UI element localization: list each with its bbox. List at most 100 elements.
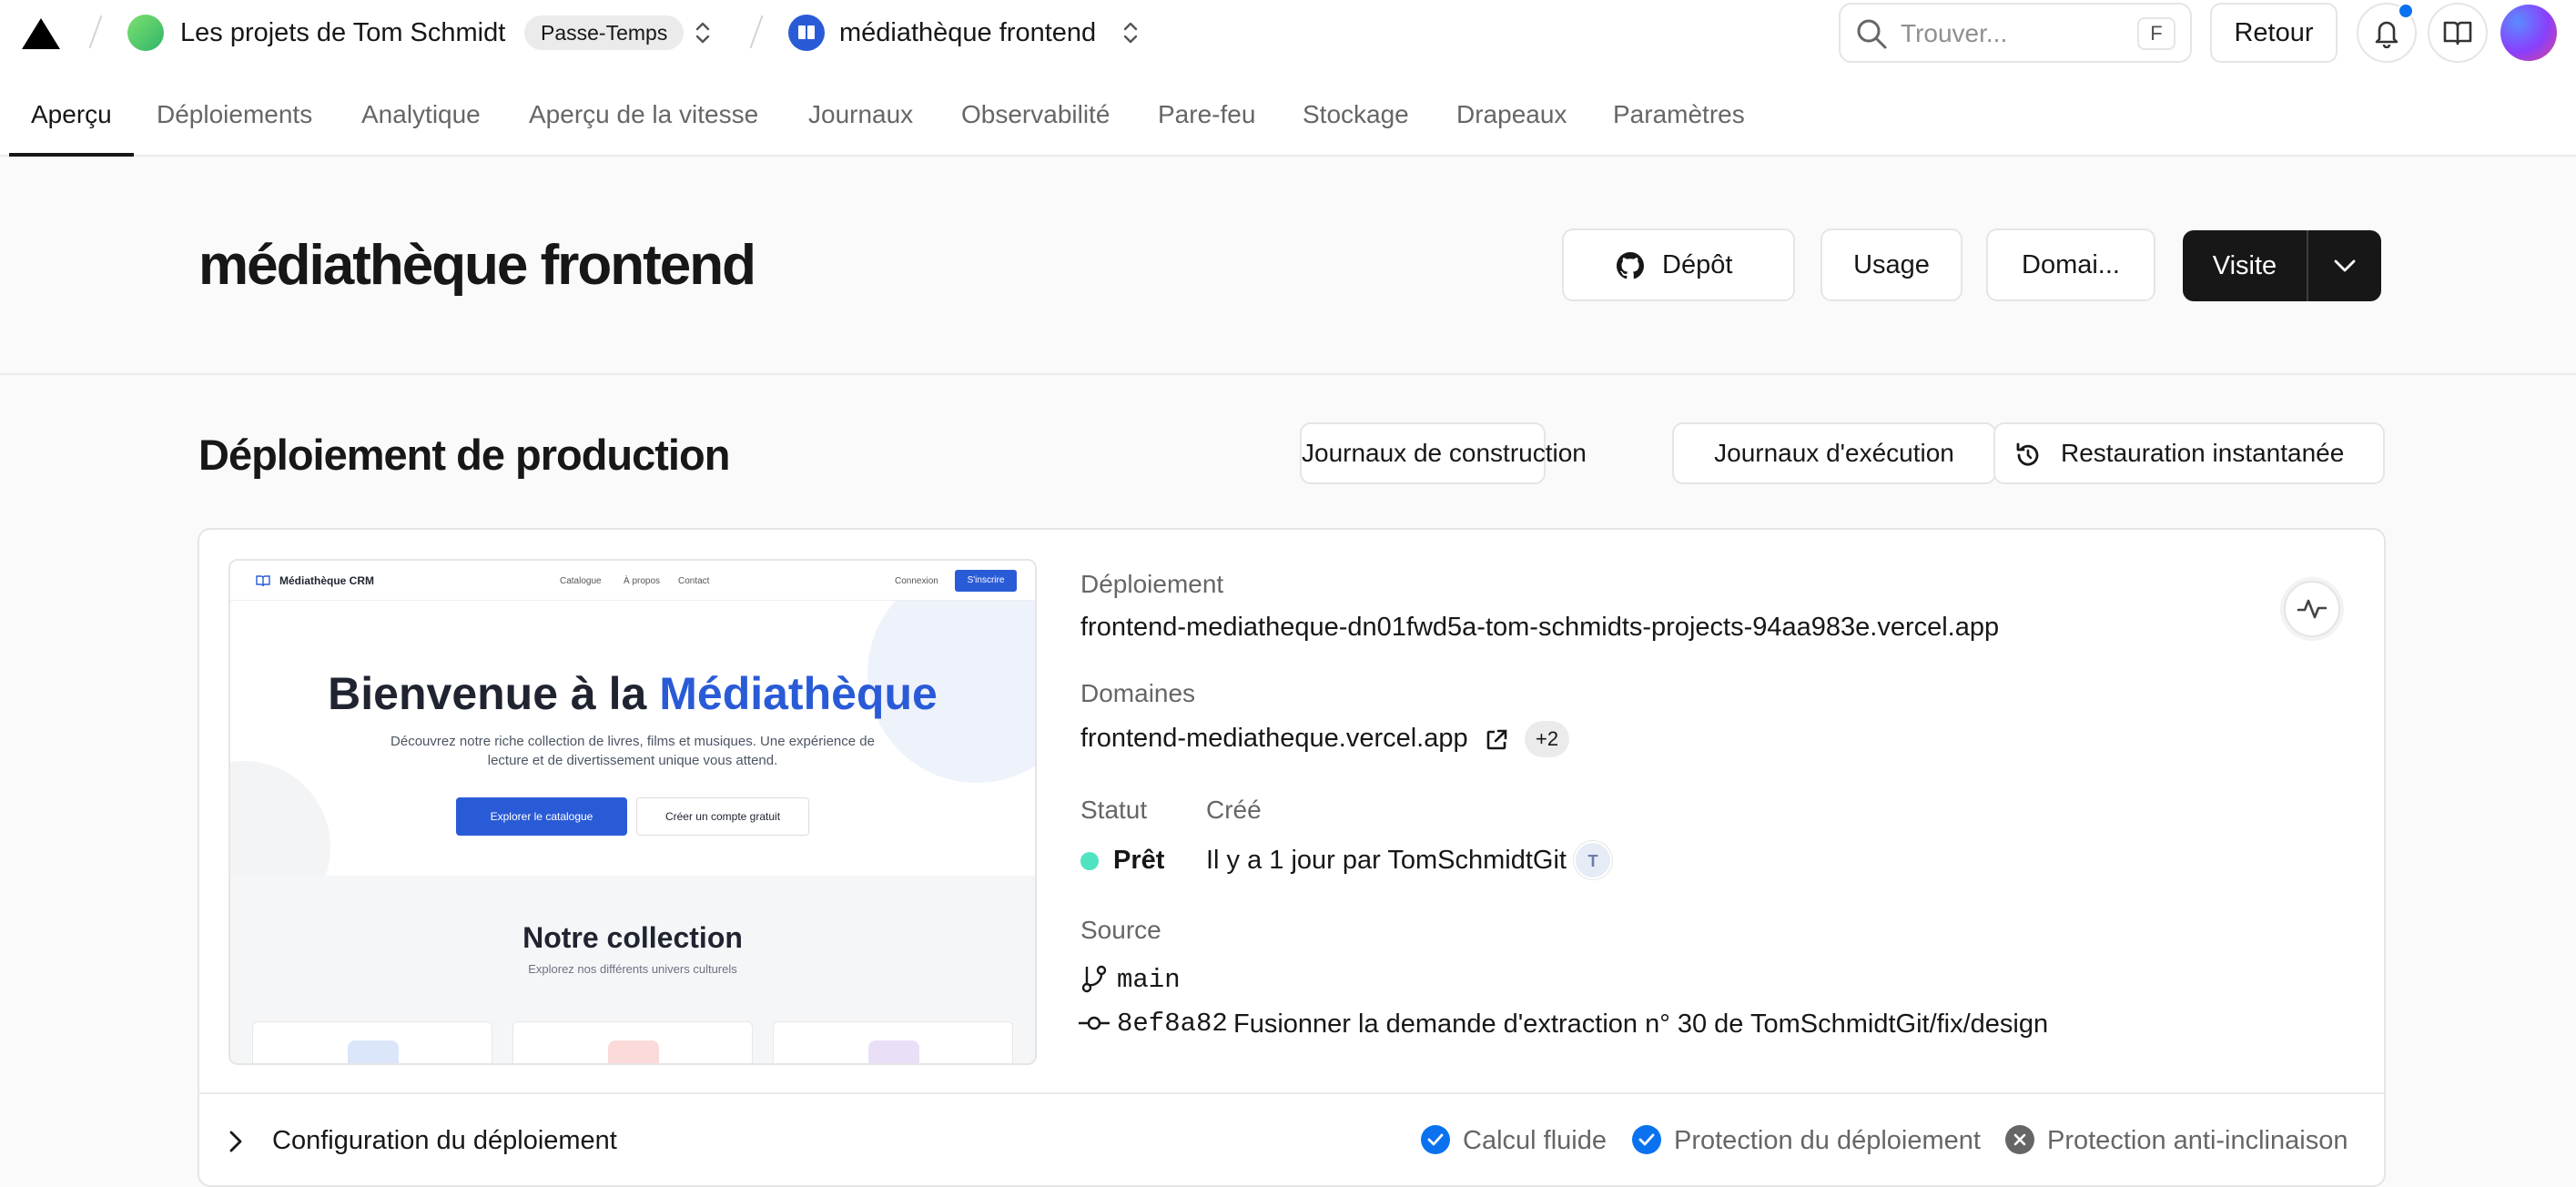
tab-stockage[interactable]: Stockage [1303, 96, 1409, 133]
tab-parametres[interactable]: Paramètres [1613, 96, 1745, 133]
status-ready-dot [1080, 852, 1099, 870]
preview-card-icon [608, 1040, 659, 1063]
deployment-url-link[interactable]: frontend-mediatheque-dn01fwd5a-tom-schmi… [1080, 610, 1999, 644]
repository-label: Dépôt [1662, 250, 1733, 279]
source-label: Source [1080, 916, 1161, 944]
activity-button[interactable] [2284, 581, 2340, 637]
preview-collection-title: Notre collection [522, 921, 743, 954]
visit-button[interactable]: Visite [2183, 230, 2307, 301]
feature-skew-protection: Protection anti-inclinaison [2047, 1126, 2348, 1155]
preview-card [252, 1021, 492, 1063]
top-bar: Les projets de Tom Schmidt Passe-Temps m… [0, 0, 2576, 66]
project-tabs: Aperçu Déploiements Analytique Aperçu de… [0, 84, 2576, 157]
instant-rollback-button[interactable]: Restauration instantanée [1993, 422, 2385, 484]
repository-button[interactable]: Dépôt [1562, 228, 1795, 301]
preview-decor-circle [230, 761, 330, 876]
vercel-logo-icon[interactable] [22, 18, 60, 49]
visit-menu-button[interactable] [2308, 230, 2381, 301]
search-box[interactable]: Trouver... F [1839, 3, 2192, 63]
chevron-down-icon [2334, 259, 2356, 272]
tab-pare-feu[interactable]: Pare-feu [1158, 96, 1255, 133]
breadcrumb-separator [88, 15, 103, 49]
github-icon [1617, 252, 1644, 279]
preview-book-icon [256, 574, 270, 587]
commit-hash[interactable]: 8ef8a82 [1117, 1007, 1228, 1041]
notification-dot [2398, 3, 2414, 19]
preview-nav-contact: Contact [678, 576, 710, 586]
status-label: Statut [1080, 796, 1148, 824]
commit-message[interactable]: Fusionner la demande d'extraction n° 30 … [1233, 1007, 2048, 1041]
chevron-right-icon[interactable] [227, 1129, 245, 1154]
plan-badge: Passe-Temps [524, 15, 685, 50]
preview-card-icon [348, 1040, 399, 1063]
docs-button[interactable] [2428, 3, 2488, 63]
preview-navbar: Médiathèque CRM Catalogue À propos Conta… [230, 561, 1035, 601]
domains-label: Domaines [1080, 679, 1196, 707]
domain-link[interactable]: frontend-mediatheque.vercel.app [1080, 721, 1468, 756]
preview-cta-primary: Explorer le catalogue [456, 797, 627, 836]
section-title: Déploiement de production [198, 431, 730, 479]
search-placeholder: Trouver... [1901, 19, 2008, 47]
status-value: Prêt [1113, 846, 1165, 875]
project-switcher-chevrons-icon[interactable] [1120, 18, 1141, 47]
deployment-preview[interactable]: Médiathèque CRM Catalogue À propos Conta… [228, 559, 1037, 1065]
runtime-logs-button[interactable]: Journaux d'exécution [1672, 422, 1996, 484]
team-switcher-chevrons-icon[interactable] [692, 18, 714, 47]
breadcrumb-separator [749, 15, 764, 49]
preview-login: Connexion [895, 576, 938, 586]
check-circle-icon [1421, 1125, 1450, 1154]
deployment-card: Médiathèque CRM Catalogue À propos Conta… [198, 528, 2386, 1187]
rollback-icon [2013, 441, 2043, 470]
preview-card [512, 1021, 753, 1063]
bell-icon [2375, 21, 2399, 48]
feature-fluid-compute: Calcul fluide [1463, 1126, 1607, 1155]
team-name[interactable]: Les projets de Tom Schmidt [180, 15, 505, 51]
tab-analytique[interactable]: Analytique [361, 96, 481, 133]
usage-button[interactable]: Usage [1820, 228, 1962, 301]
instant-rollback-label: Restauration instantanée [2061, 439, 2345, 467]
git-branch-icon [1079, 963, 1110, 994]
build-logs-button[interactable]: Journaux de construction [1300, 422, 1587, 484]
preview-hero: Bienvenue à la Médiathèque Découvrez not… [230, 601, 1035, 876]
branch-name[interactable]: main [1117, 963, 1181, 998]
preview-card-icon [868, 1040, 919, 1063]
check-circle-icon [1632, 1125, 1661, 1154]
preview-brand: Médiathèque CRM [279, 574, 375, 587]
more-domains-badge[interactable]: +2 [1525, 721, 1570, 757]
domains-button[interactable]: Domai... [1986, 228, 2155, 301]
tab-journaux[interactable]: Journaux [808, 96, 913, 133]
preview-cta-secondary: Créer un compte gratuit [636, 797, 809, 836]
project-name[interactable]: médiathèque frontend [839, 15, 1096, 51]
page-title: médiathèque frontend [198, 234, 756, 297]
tab-drapeaux[interactable]: Drapeaux [1456, 96, 1567, 133]
visit-button-group: Visite [2183, 230, 2381, 301]
preview-hero-title: Bienvenue à la Médiathèque [328, 668, 938, 719]
created-value: Il y a 1 jour par TomSchmidtGit [1206, 846, 1567, 875]
search-shortcut-key: F [2137, 17, 2175, 50]
x-circle-icon [2005, 1125, 2034, 1154]
preview-collection: Notre collection Explorez nos différents… [230, 876, 1035, 1063]
open-book-icon [2443, 21, 2472, 46]
back-button[interactable]: Retour [2210, 3, 2338, 63]
preview-nav-about: À propos [624, 576, 661, 586]
book-icon [798, 25, 815, 39]
project-avatar[interactable] [788, 15, 825, 51]
deployment-config-row[interactable]: Configuration du déploiement Calcul flui… [199, 1092, 2384, 1185]
tab-apercu[interactable]: Aperçu [31, 96, 112, 133]
user-avatar[interactable] [2500, 5, 2557, 61]
preview-signup: S'inscrire [955, 570, 1017, 592]
tab-apercu-vitesse[interactable]: Aperçu de la vitesse [529, 96, 758, 133]
team-avatar[interactable] [127, 15, 164, 51]
created-label: Créé [1206, 796, 1262, 824]
preview-collection-subtitle: Explorez nos différents univers culturel… [528, 962, 737, 976]
preview-hero-text: Découvrez notre riche collection de livr… [390, 734, 875, 768]
preview-nav-catalogue: Catalogue [560, 576, 602, 586]
author-avatar[interactable]: T [1574, 841, 1612, 879]
preview-card [773, 1021, 1013, 1063]
deployment-config-label[interactable]: Configuration du déploiement [272, 1123, 617, 1158]
tab-observabilite[interactable]: Observabilité [961, 96, 1110, 133]
git-commit-icon [1079, 1012, 1110, 1034]
external-link-icon[interactable] [1485, 728, 1508, 752]
activity-pulse-icon [2297, 599, 2328, 619]
tab-deploiements[interactable]: Déploiements [157, 96, 312, 133]
